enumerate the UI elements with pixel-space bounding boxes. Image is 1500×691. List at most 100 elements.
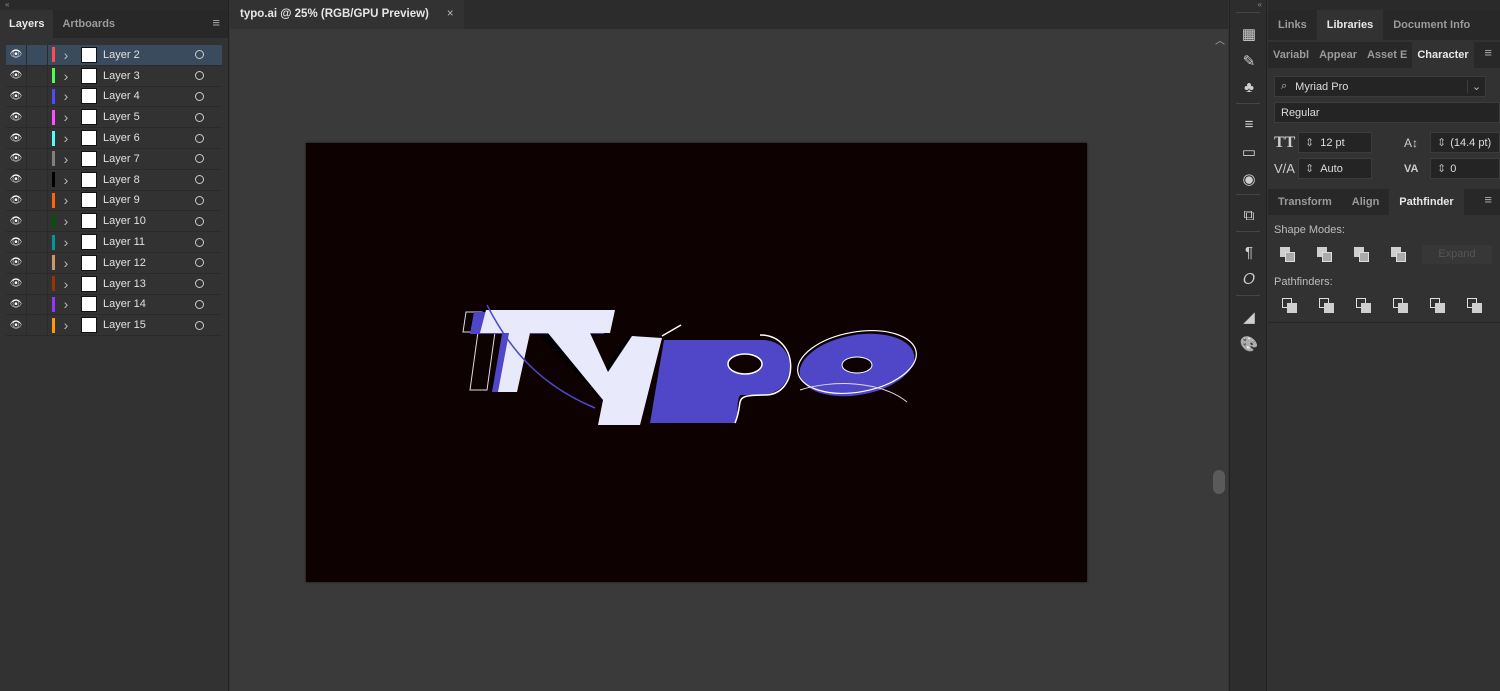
layer-row[interactable]: 👁 › Layer 9 <box>6 190 222 212</box>
lock-toggle[interactable] <box>26 315 48 336</box>
lock-toggle[interactable] <box>26 86 48 107</box>
target-circle-icon[interactable] <box>195 279 204 289</box>
font-style-field[interactable]: Regular <box>1274 102 1500 123</box>
stroke-icon[interactable]: ≡ <box>1230 111 1268 138</box>
transparency-icon[interactable]: ◉ <box>1230 165 1268 192</box>
dock-grip[interactable] <box>1236 12 1260 18</box>
lock-toggle[interactable] <box>26 45 48 65</box>
chevron-right-icon[interactable]: › <box>59 172 73 188</box>
chevron-right-icon[interactable]: › <box>59 109 73 125</box>
chevron-right-icon[interactable]: › <box>59 296 73 312</box>
artboard[interactable] <box>306 143 1087 582</box>
layer-row[interactable]: 👁 › Layer 15 <box>6 315 222 337</box>
chevron-right-icon[interactable]: › <box>59 151 73 167</box>
eye-icon[interactable]: 👁 <box>6 237 26 248</box>
tab-pathfinder[interactable]: Pathfinder <box>1389 189 1464 215</box>
chevron-down-icon[interactable]: ⌄ <box>1467 80 1485 93</box>
dock-grip[interactable] <box>1236 194 1260 200</box>
target-circle-icon[interactable] <box>195 175 204 185</box>
layer-row[interactable]: 👁 › Layer 12 <box>6 252 222 274</box>
dock-grip[interactable] <box>1236 103 1260 109</box>
dock-grip[interactable] <box>1236 295 1260 301</box>
eye-icon[interactable]: 👁 <box>6 112 26 123</box>
brushes-icon[interactable]: ✎ <box>1230 47 1268 74</box>
eye-icon[interactable]: 👁 <box>6 278 26 289</box>
layer-name[interactable]: Layer 4 <box>103 90 189 102</box>
layer-row[interactable]: 👁 › Layer 8 <box>6 169 222 191</box>
document-tab[interactable]: typo.ai @ 25% (RGB/GPU Preview) × <box>230 0 464 29</box>
intersect-button[interactable] <box>1354 247 1370 263</box>
target-circle-icon[interactable] <box>195 112 204 122</box>
layer-name[interactable]: Layer 7 <box>103 153 189 165</box>
chevron-right-icon[interactable]: › <box>59 255 73 271</box>
tab-document-info[interactable]: Document Info <box>1383 10 1480 40</box>
lock-toggle[interactable] <box>26 232 48 252</box>
merge-button[interactable] <box>1356 298 1372 314</box>
layer-name[interactable]: Layer 10 <box>103 215 189 227</box>
target-circle-icon[interactable] <box>195 299 204 309</box>
tab-variabl[interactable]: Variabl <box>1268 42 1314 68</box>
layer-name[interactable]: Layer 6 <box>103 132 189 144</box>
tab-layers[interactable]: Layers <box>0 10 54 38</box>
eye-icon[interactable]: 👁 <box>6 91 26 102</box>
layer-row[interactable]: 👁 › Layer 2 <box>6 45 222 66</box>
layer-name[interactable]: Layer 3 <box>103 70 189 82</box>
tab-character[interactable]: Character <box>1412 42 1474 68</box>
target-circle-icon[interactable] <box>195 50 204 60</box>
divide-button[interactable] <box>1282 298 1298 314</box>
eye-icon[interactable]: 👁 <box>6 70 26 81</box>
target-circle-icon[interactable] <box>195 154 204 164</box>
chevron-right-icon[interactable]: › <box>59 213 73 229</box>
tab-asset-e[interactable]: Asset E <box>1362 42 1412 68</box>
eye-icon[interactable]: 👁 <box>6 216 26 227</box>
layer-row[interactable]: 👁 › Layer 5 <box>6 107 222 129</box>
tracking-field[interactable]: ⇕ 0 <box>1430 158 1500 179</box>
scroll-up-icon[interactable]: ︿ <box>1212 32 1228 47</box>
tab-align[interactable]: Align <box>1342 189 1390 215</box>
image-trace-icon[interactable]: ◢ <box>1230 303 1268 330</box>
minus-back-button[interactable] <box>1467 298 1483 314</box>
target-circle-icon[interactable] <box>195 216 204 226</box>
artboards-icon[interactable]: ⧉ <box>1230 202 1268 229</box>
pathfinder-menu-icon[interactable]: ≡ <box>1484 193 1492 206</box>
layer-row[interactable]: 👁 › Layer 11 <box>6 232 222 253</box>
layer-row[interactable]: 👁 › Layer 13 <box>6 273 222 295</box>
eye-icon[interactable]: 👁 <box>6 49 26 60</box>
panel-menu-icon[interactable]: ≡ <box>212 16 220 29</box>
chevron-right-icon[interactable]: › <box>59 68 73 84</box>
layer-row[interactable]: 👁 › Layer 14 <box>6 294 222 316</box>
layer-row[interactable]: 👁 › Layer 6 <box>6 128 222 149</box>
vertical-scrollbar[interactable]: ︿ <box>1212 30 1228 691</box>
lock-toggle[interactable] <box>26 294 48 315</box>
target-circle-icon[interactable] <box>195 237 204 247</box>
target-circle-icon[interactable] <box>195 258 204 268</box>
target-circle-icon[interactable] <box>195 91 204 101</box>
eye-icon[interactable]: 👁 <box>6 320 26 331</box>
close-tab-icon[interactable]: × <box>447 0 454 29</box>
chevron-right-icon[interactable]: › <box>59 130 73 146</box>
libraries-icon[interactable]: ▦ <box>1230 20 1268 47</box>
layer-row[interactable]: 👁 › Layer 10 <box>6 211 222 233</box>
paragraph-icon[interactable]: ¶ <box>1230 239 1268 266</box>
collapse-dock-button[interactable]: « <box>1230 0 1266 10</box>
tab-appear[interactable]: Appear <box>1314 42 1362 68</box>
layer-name[interactable]: Layer 9 <box>103 194 189 206</box>
opentype-icon[interactable]: 𝑂 <box>1230 266 1268 293</box>
target-circle-icon[interactable] <box>195 133 204 143</box>
eye-icon[interactable]: 👁 <box>6 195 26 206</box>
lock-toggle[interactable] <box>26 128 48 148</box>
layer-name[interactable]: Layer 12 <box>103 257 189 269</box>
outline-button[interactable] <box>1430 298 1446 314</box>
lock-toggle[interactable] <box>26 107 48 128</box>
lock-toggle[interactable] <box>26 211 48 232</box>
scrollbar-thumb[interactable] <box>1213 470 1225 494</box>
lock-toggle[interactable] <box>26 148 48 169</box>
lock-toggle[interactable] <box>26 252 48 273</box>
chevron-right-icon[interactable]: › <box>59 88 73 104</box>
expand-button[interactable]: Expand <box>1422 245 1492 264</box>
font-size-field[interactable]: ⇕ 12 pt <box>1298 132 1372 153</box>
tab-links[interactable]: Links <box>1268 10 1317 40</box>
unite-button[interactable] <box>1280 247 1296 263</box>
kerning-field[interactable]: ⇕ Auto <box>1298 158 1372 179</box>
character-menu-icon[interactable]: ≡ <box>1484 46 1492 59</box>
